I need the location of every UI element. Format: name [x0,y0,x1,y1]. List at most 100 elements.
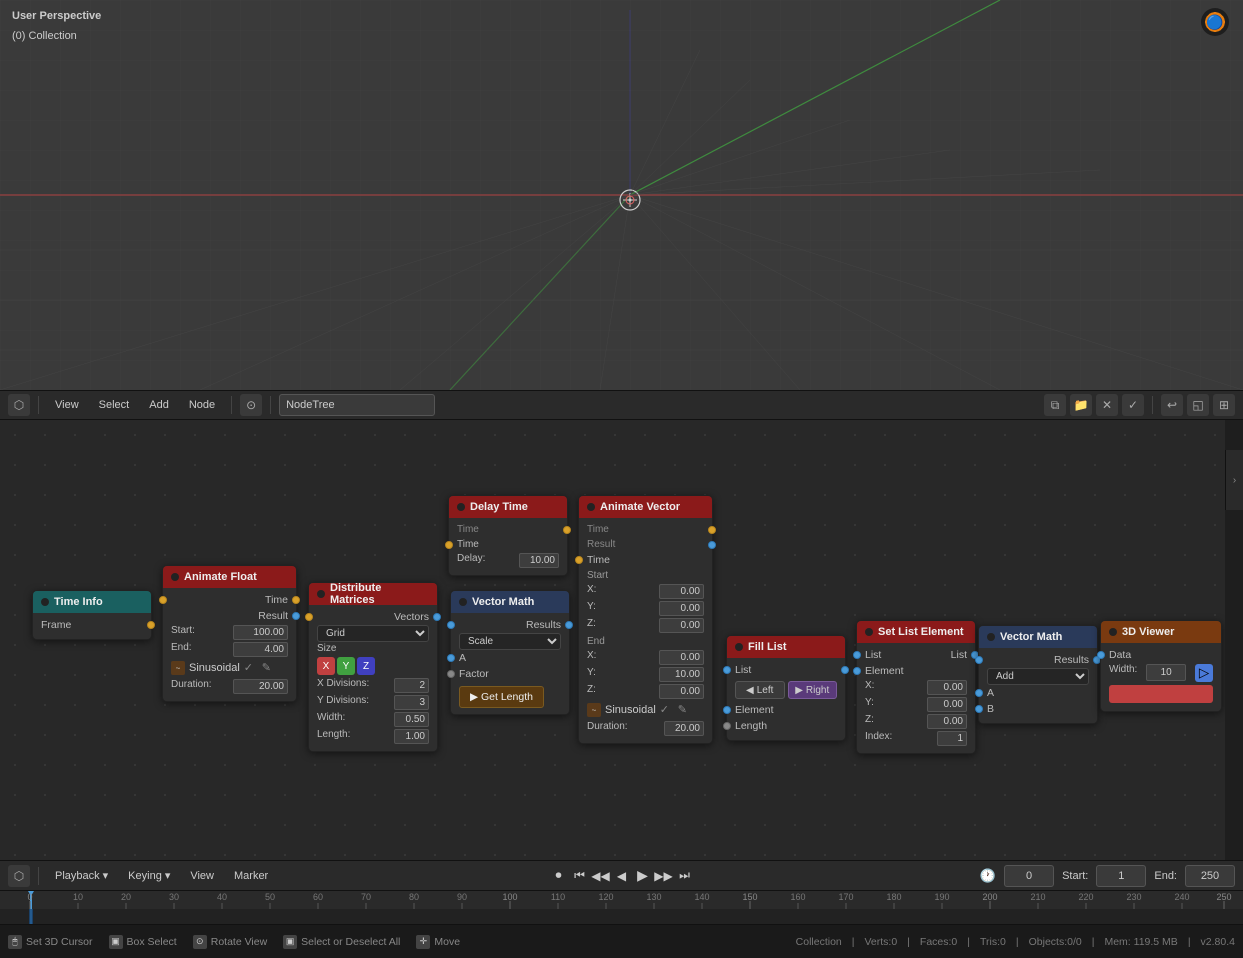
get-length-button[interactable]: ▶ Get Length [459,686,544,708]
prev-keyframe-btn[interactable]: ◀ [613,867,631,885]
viewport-3d[interactable]: User Perspective (0) Collection 🔵 [0,0,1243,390]
node-delay-time[interactable]: Delay Time Time Time Delay: [448,495,568,576]
length-input[interactable] [394,729,429,744]
node-time-info-body: Frame [33,613,151,639]
vm2-mode-dropdown[interactable]: Add [987,668,1089,685]
vw-width-input[interactable] [1146,664,1186,681]
node-3d-viewer[interactable]: 3D Viewer Data Width: ▷ [1100,620,1222,712]
y-btn[interactable]: Y [337,657,355,675]
fl-right-btn[interactable]: ▶ Right [788,681,838,699]
socket-av-time-out [708,526,716,534]
ydiv-input[interactable] [394,695,429,710]
play-btn[interactable]: ▶ [634,867,652,885]
node-menu[interactable]: Node [181,394,223,416]
node-view-icon[interactable]: ⊙ [240,394,262,416]
width-input[interactable] [394,712,429,727]
view-menu[interactable]: View [47,394,87,416]
socket-fl-list-in [723,666,731,674]
status-move[interactable]: ✛ Move [416,935,460,949]
svg-text:180: 180 [886,892,901,902]
xdiv-input[interactable] [394,678,429,693]
status-set-3d-cursor[interactable]: 🖱 Set 3D Cursor [8,935,93,949]
x-btn[interactable]: X [317,657,335,675]
row-vm2-a: A [987,685,1089,701]
end-frame-input[interactable] [1185,865,1235,887]
socket-vm1-factor [447,670,455,678]
start-input[interactable] [233,625,288,640]
av-z2[interactable] [659,684,704,699]
sidebar-toggle[interactable]: › [1225,450,1243,510]
record-btn[interactable]: ⏺ [550,867,568,885]
node-set-list-element[interactable]: Set List Element List List Element X: Y:… [856,620,976,754]
av-duration[interactable] [664,721,704,736]
select-menu[interactable]: Select [91,394,138,416]
layout-icon[interactable]: ⊞ [1213,394,1235,416]
grid-dropdown[interactable]: Grid [317,625,429,642]
copy-icon[interactable]: ⧉ [1044,394,1066,416]
row-vm1-results: Results [459,617,561,633]
node-animate-vector[interactable]: Animate Vector Time Result Time Start X:… [578,495,713,744]
av-x1[interactable] [659,584,704,599]
sle-index[interactable] [937,731,967,746]
add-menu[interactable]: Add [141,394,177,416]
node-vector-math1[interactable]: Vector Math Results Scale A Factor ▶ Get… [450,590,570,715]
delay-input[interactable] [519,553,559,568]
playback-menu[interactable]: Playback ▾ [47,865,116,887]
node-vector-math2[interactable]: Vector Math Results Add A B [978,625,1098,724]
node-editor[interactable]: Time Info Frame Animate Float Time Resul… [0,420,1225,860]
overlay-icon[interactable]: ◱ [1187,394,1209,416]
node-distribute-matrices[interactable]: Distribute Matrices Vectors Grid Size X … [308,582,438,752]
sle-y[interactable] [927,697,967,712]
current-frame-input[interactable] [1004,865,1054,887]
av-z1[interactable] [659,618,704,633]
duration-input[interactable] [233,679,288,694]
av-y1[interactable] [659,601,704,616]
tl-view-menu[interactable]: View [182,865,222,887]
separator-pipe4: | [1016,936,1019,948]
status-box-select[interactable]: ▣ Box Select [109,935,177,949]
av-y2[interactable] [659,667,704,682]
separator-pipe: | [852,936,855,948]
status-select-deselect[interactable]: ▣ Select or Deselect All [283,935,400,949]
node-animate-float[interactable]: Animate Float Time Result Start: End: [162,565,297,702]
sle-z[interactable] [927,714,967,729]
view-mode-icon[interactable]: ⬡ [8,394,30,416]
nodetree-input[interactable] [279,394,435,416]
row-result-out: Result [171,608,288,624]
node-dot-indicator [41,598,49,606]
keying-menu[interactable]: Keying ▾ [120,865,178,887]
marker-menu[interactable]: Marker [226,865,276,887]
end-input[interactable] [233,642,288,657]
skip-end-btn[interactable]: ⏭ [676,867,694,885]
status-rotate-view[interactable]: ⊙ Rotate View [193,935,267,949]
folder-icon[interactable]: 📁 [1070,394,1092,416]
node-fill-list[interactable]: Fill List List ◀ Left ▶ Right Elemen [726,635,846,741]
row-fl-length: Length [735,718,837,734]
separator [38,396,39,414]
separator3 [270,396,271,414]
row-vw-data-in: Data [1109,647,1213,663]
timeline-mode-icon[interactable]: ⬡ [8,865,30,887]
fl-left-btn[interactable]: ◀ Left [735,681,785,699]
row-time-out: Time [171,592,288,608]
x-icon[interactable]: ✕ [1096,394,1118,416]
width-toggle-btn[interactable]: ▷ [1195,664,1213,682]
node-fill-list-body: List ◀ Left ▶ Right Element Length [727,658,845,740]
prev-frame-btn[interactable]: ◀◀ [592,867,610,885]
back-icon[interactable]: ↩ [1161,394,1183,416]
skip-start-btn[interactable]: ⏮ [571,867,589,885]
start-frame-input[interactable] [1096,865,1146,887]
z-btn[interactable]: Z [357,657,375,675]
av-x2[interactable] [659,650,704,665]
next-keyframe-btn[interactable]: ▶▶ [655,867,673,885]
node-set-list-element-header: Set List Element [857,621,975,643]
checkmark-icon[interactable]: ✓ [1122,394,1144,416]
timeline-area[interactable]: 0 10 20 30 40 50 60 70 80 90 100 110 [0,890,1243,924]
row-av-time-in: Time [587,552,704,568]
node-time-info[interactable]: Time Info Frame [32,590,152,640]
socket-vm2-in [975,656,983,664]
vm1-mode-dropdown[interactable]: Scale [459,633,561,650]
sle-x[interactable] [927,680,967,695]
row-fl-element: Element [735,702,837,718]
svg-text:150: 150 [742,892,757,902]
